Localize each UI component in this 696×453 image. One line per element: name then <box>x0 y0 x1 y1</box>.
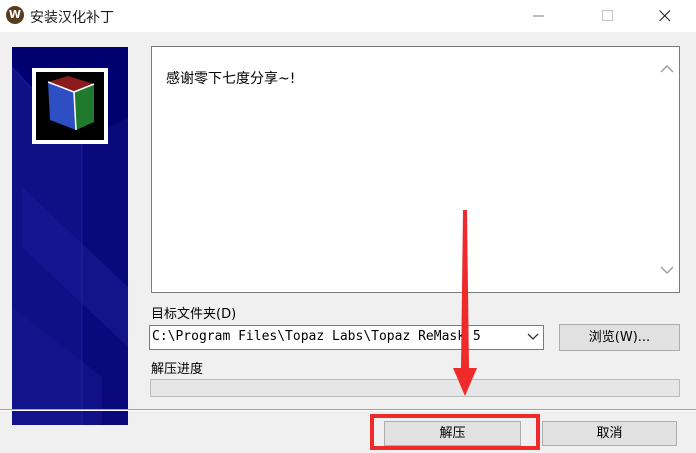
thanks-message: 感谢零下七度分享~! <box>166 71 296 87</box>
progress-label: 解压进度 <box>151 362 204 377</box>
installer-window: W 安装汉化补丁 感谢零下七度分享~! 目标文件夹(D) C:\Program … <box>0 0 696 453</box>
destination-label: 目标文件夹(D) <box>151 307 237 322</box>
browse-button[interactable]: 浏览(W)... <box>559 324 680 351</box>
maximize-button[interactable] <box>585 0 631 32</box>
close-button[interactable] <box>642 0 688 32</box>
cancel-button[interactable]: 取消 <box>542 421 677 446</box>
window-title: 安装汉化补丁 <box>30 10 114 26</box>
destination-path-select[interactable]: C:\Program Files\Topaz Labs\Topaz ReMask… <box>149 325 544 350</box>
arrow-down-icon <box>453 210 477 396</box>
side-banner <box>12 47 128 425</box>
minimize-icon <box>533 15 544 17</box>
minimize-button[interactable] <box>516 0 562 32</box>
extract-progress-bar <box>150 379 680 397</box>
installer-logo-background <box>36 72 104 140</box>
close-icon <box>659 10 671 22</box>
message-box: 感谢零下七度分享~! <box>151 46 680 293</box>
box-icon <box>47 76 95 131</box>
chevron-down-icon <box>527 333 539 340</box>
extract-button-highlight <box>370 414 540 450</box>
maximize-icon <box>602 10 613 21</box>
footer-separator <box>0 409 696 411</box>
title-bar: W 安装汉化补丁 <box>0 0 696 32</box>
chevron-down-icon[interactable] <box>660 265 674 275</box>
installer-logo <box>32 68 108 144</box>
app-logo-icon: W <box>6 6 24 24</box>
message-scrollbar[interactable] <box>654 47 679 292</box>
chevron-up-icon[interactable] <box>660 64 674 74</box>
